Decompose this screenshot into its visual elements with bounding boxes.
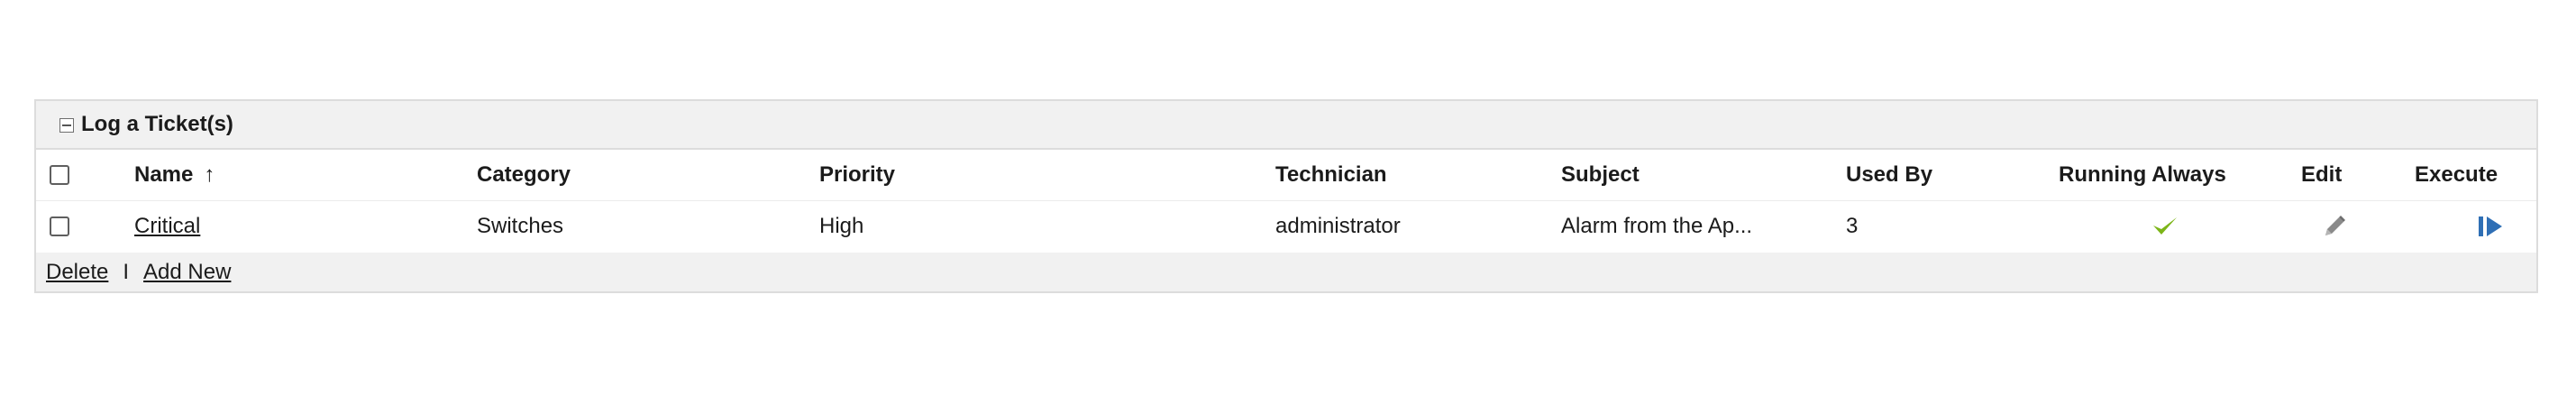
delete-link[interactable]: Delete — [46, 260, 108, 285]
column-header-category[interactable]: Category — [477, 150, 571, 200]
column-header-used-by[interactable]: Used By — [1846, 150, 1932, 200]
table-footer: Delete I Add New — [36, 253, 2536, 291]
column-header-edit: Edit — [2301, 162, 2343, 187]
column-header-name[interactable]: Name ↑ — [134, 150, 215, 200]
select-all-checkbox[interactable] — [50, 165, 69, 185]
row-select-cell — [50, 200, 77, 253]
row-name-link[interactable]: Critical — [134, 214, 200, 239]
sort-up-arrow-icon: ↑ — [204, 162, 215, 187]
select-all-cell — [50, 150, 77, 200]
row-used-by: 3 — [1846, 214, 1859, 238]
panel-header: Log a Ticket(s) — [36, 101, 2536, 150]
row-execute-cell — [2472, 200, 2508, 253]
execute-icon[interactable] — [2477, 214, 2504, 239]
checkmark-icon — [2151, 215, 2179, 238]
row-checkbox[interactable] — [50, 216, 69, 236]
row-name-cell: Critical — [134, 200, 200, 253]
collapse-icon[interactable] — [59, 118, 74, 133]
table-header-row: Name ↑ Category Priority Technician Subj… — [36, 150, 2536, 201]
column-header-name-label: Name — [134, 162, 194, 187]
row-edit-cell — [2316, 200, 2352, 253]
table-row: Critical Switches High administrator Ala… — [36, 200, 2536, 253]
column-header-execute: Execute — [2415, 162, 2498, 187]
row-technician: administrator — [1275, 214, 1401, 238]
column-header-running-always: Running Always — [2059, 162, 2226, 187]
column-header-subject[interactable]: Subject — [1561, 150, 1640, 200]
row-category: Switches — [477, 214, 564, 238]
pencil-icon[interactable] — [2322, 214, 2347, 239]
row-priority: High — [819, 214, 864, 238]
log-ticket-panel: Log a Ticket(s) Name ↑ Category Priority… — [34, 99, 2538, 293]
column-header-technician[interactable]: Technician — [1275, 150, 1387, 200]
panel-title: Log a Ticket(s) — [81, 112, 233, 136]
column-header-priority[interactable]: Priority — [819, 150, 895, 200]
row-running-always-cell — [2147, 200, 2183, 253]
add-new-link[interactable]: Add New — [143, 260, 231, 285]
row-subject: Alarm from the Ap... — [1561, 214, 1753, 238]
footer-separator: I — [123, 259, 130, 284]
